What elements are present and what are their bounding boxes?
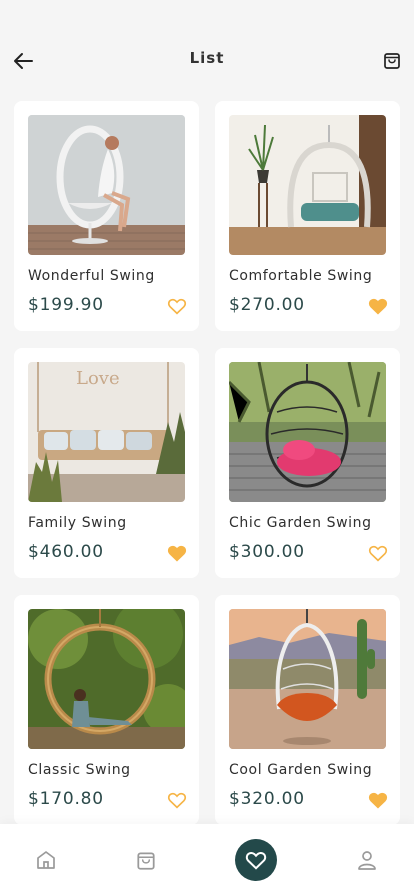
product-card-comfortable-swing[interactable]: Comfortable Swing $270.00 <box>215 101 400 331</box>
product-price: $460.00 <box>28 542 104 562</box>
home-icon <box>37 851 55 869</box>
favorite-button[interactable] <box>167 544 187 562</box>
heart-outline-icon <box>167 298 187 315</box>
tab-cart[interactable] <box>116 824 176 896</box>
product-name: Family Swing <box>28 515 127 531</box>
cart-button[interactable] <box>381 49 403 71</box>
product-card-family-swing[interactable]: Love Family Swing $460.00 <box>14 348 199 578</box>
product-image <box>28 609 185 749</box>
shopping-bag-icon <box>384 53 400 69</box>
product-card-classic-swing[interactable]: Classic Swing $170.80 <box>14 595 199 825</box>
favorite-button[interactable] <box>167 297 187 315</box>
tab-favorites[interactable] <box>226 824 286 896</box>
bottom-tab-bar <box>0 824 414 896</box>
product-price: $199.90 <box>28 295 104 315</box>
favorite-button[interactable] <box>368 297 388 315</box>
product-image <box>229 362 386 502</box>
product-card-cool-garden-swing[interactable]: Cool Garden Swing $320.00 <box>215 595 400 825</box>
heart-icon <box>245 852 267 870</box>
favorite-button[interactable] <box>368 791 388 809</box>
product-name: Comfortable Swing <box>229 268 373 284</box>
product-name: Classic Swing <box>28 762 131 778</box>
product-image: Love <box>28 362 185 502</box>
product-image <box>28 115 185 255</box>
svg-text:Love: Love <box>76 368 120 389</box>
heart-outline-icon <box>368 545 388 562</box>
heart-outline-icon <box>167 792 187 809</box>
product-price: $320.00 <box>229 789 305 809</box>
product-image <box>229 609 386 749</box>
shopping-bag-icon <box>137 852 155 870</box>
heart-filled-icon <box>368 792 388 809</box>
product-card-chic-garden-swing[interactable]: Chic Garden Swing $300.00 <box>215 348 400 578</box>
tab-profile[interactable] <box>337 824 397 896</box>
product-price: $270.00 <box>229 295 305 315</box>
product-image <box>229 115 386 255</box>
tab-home[interactable] <box>16 824 76 896</box>
product-name: Chic Garden Swing <box>229 515 372 531</box>
product-name: Wonderful Swing <box>28 268 155 284</box>
product-price: $300.00 <box>229 542 305 562</box>
favorite-button[interactable] <box>167 791 187 809</box>
page-title: List <box>189 49 225 67</box>
header: List <box>0 0 414 100</box>
heart-filled-icon <box>167 545 187 562</box>
user-icon <box>358 851 376 870</box>
product-name: Cool Garden Swing <box>229 762 373 778</box>
heart-filled-icon <box>368 298 388 315</box>
product-price: $170.80 <box>28 789 104 809</box>
favorite-button[interactable] <box>368 544 388 562</box>
product-card-wonderful-swing[interactable]: Wonderful Swing $199.90 <box>14 101 199 331</box>
active-tab-indicator <box>235 839 277 881</box>
